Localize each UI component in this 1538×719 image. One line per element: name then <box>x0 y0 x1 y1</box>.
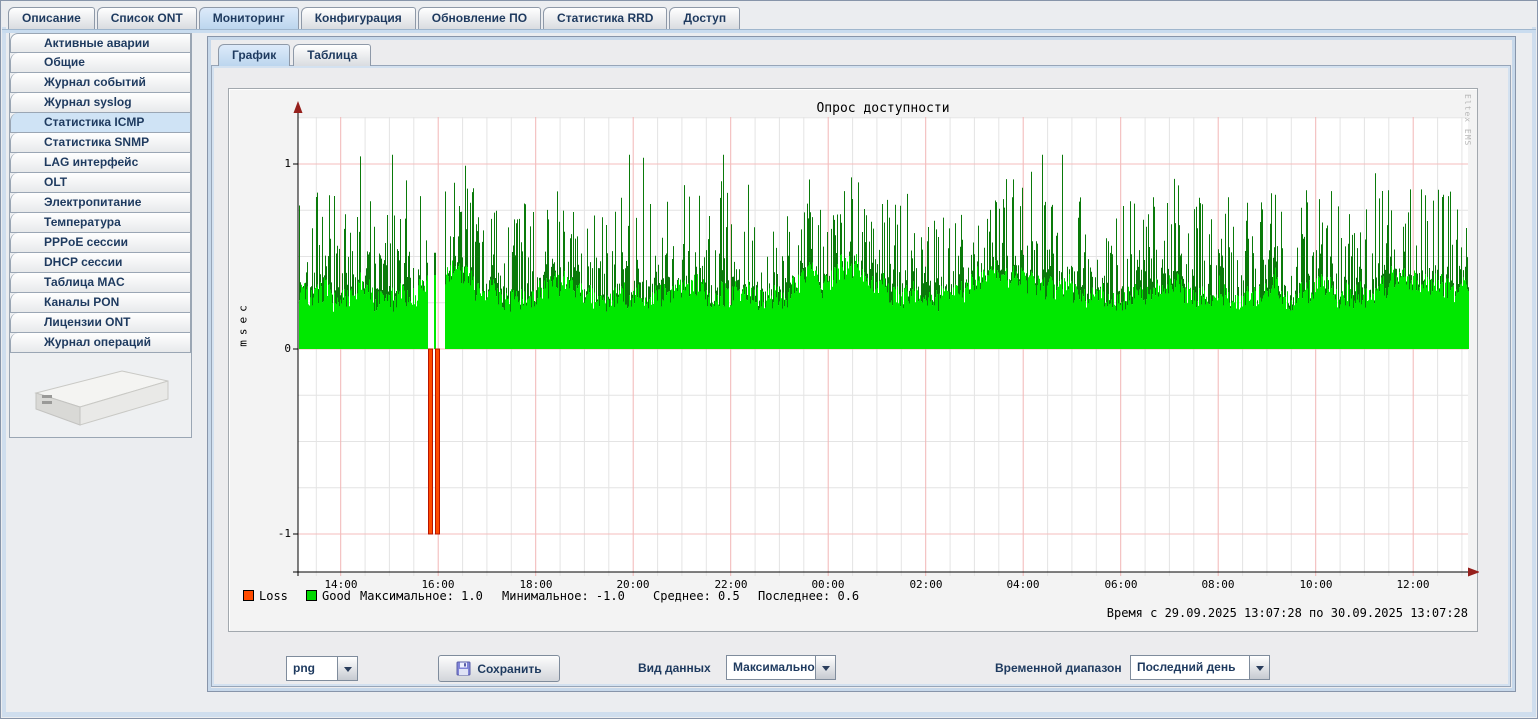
ems-window: Описание Список ONT Мониторинг Конфигура… <box>0 0 1538 719</box>
legend-loss-label: Loss <box>259 589 288 603</box>
sidebar-item-lag-interface[interactable]: LAG интерфейс <box>10 153 191 173</box>
data-view-label: Вид данных <box>638 661 711 675</box>
chart-watermark: Eltex EMS <box>1463 94 1472 146</box>
tab-configuration[interactable]: Конфигурация <box>301 7 416 29</box>
y-tick: -1 <box>257 527 291 540</box>
chart-period-label: Время с 29.09.2025 13:07:28 по 30.09.202… <box>298 606 1468 620</box>
sidebar-item-power[interactable]: Электропитание <box>10 193 191 213</box>
sidebar-item-temperature[interactable]: Температура <box>10 213 191 233</box>
time-range-select-arrow[interactable] <box>1249 656 1269 679</box>
sidebar-item-pon-channels[interactable]: Каналы PON <box>10 293 191 313</box>
stat-max: Максимальное: 1.0 <box>360 589 483 603</box>
icmp-availability-chart: Опрос доступности msec Eltex EMS 14:0016… <box>228 88 1478 632</box>
sidebar: Активные аварии Общие Журнал событий Жур… <box>9 32 192 438</box>
sidebar-item-icmp-statistics[interactable]: Статистика ICMP <box>10 113 191 133</box>
tab-firmware-update[interactable]: Обновление ПО <box>418 7 541 29</box>
save-button[interactable]: Сохранить <box>438 655 560 682</box>
stat-min: Минимальное: -1.0 <box>502 589 625 603</box>
sidebar-item-mac-table[interactable]: Таблица MAC <box>10 273 191 293</box>
tabs-underline <box>2 29 1536 33</box>
sidebar-item-operations-log[interactable]: Журнал операций <box>10 333 191 353</box>
device-image <box>22 361 180 435</box>
format-select-value: png <box>287 657 337 680</box>
time-range-select-value: Последний день <box>1131 656 1249 679</box>
format-select-arrow[interactable] <box>337 657 357 680</box>
chevron-down-icon <box>1256 666 1264 675</box>
tab-table[interactable]: Таблица <box>293 44 371 66</box>
view-tabs: График Таблица <box>218 44 371 66</box>
legend-loss-swatch <box>243 590 254 601</box>
tab-description[interactable]: Описание <box>8 7 95 29</box>
save-button-label: Сохранить <box>477 662 541 676</box>
sidebar-item-dhcp-sessions[interactable]: DHCP сессии <box>10 253 191 273</box>
chart-title: Опрос доступности <box>298 101 1468 116</box>
module-tabs: Описание Список ONT Мониторинг Конфигура… <box>8 7 740 29</box>
y-axis-label: msec <box>237 274 250 374</box>
chevron-down-icon <box>822 666 830 675</box>
tab-graph[interactable]: График <box>218 44 290 66</box>
y-tick: 1 <box>257 157 291 170</box>
tab-rrd-statistics[interactable]: Статистика RRD <box>543 7 667 29</box>
sidebar-item-snmp-statistics[interactable]: Статистика SNMP <box>10 133 191 153</box>
data-view-select[interactable]: Максимальное <box>726 655 836 680</box>
sidebar-item-olt[interactable]: OLT <box>10 173 191 193</box>
sidebar-item-active-alarms[interactable]: Активные аварии <box>10 33 191 53</box>
time-range-select-label: Временной диапазон <box>995 661 1122 675</box>
data-view-select-arrow[interactable] <box>815 656 835 679</box>
chevron-down-icon <box>344 667 352 676</box>
tab-access[interactable]: Доступ <box>669 7 740 29</box>
sidebar-item-pppoe-sessions[interactable]: PPPoE сессии <box>10 233 191 253</box>
sidebar-item-ont-licenses[interactable]: Лицензии ONT <box>10 313 191 333</box>
stat-last: Последнее: 0.6 <box>758 589 859 603</box>
data-view-select-value: Максимальное <box>727 656 815 679</box>
tab-monitoring[interactable]: Мониторинг <box>199 7 299 29</box>
chart-legend: Loss Good Максимальное: 1.0 Минимальное:… <box>229 589 1477 603</box>
stat-avg: Среднее: 0.5 <box>653 589 740 603</box>
y-tick: 0 <box>257 342 291 355</box>
sidebar-item-event-log[interactable]: Журнал событий <box>10 73 191 93</box>
legend-good-swatch <box>306 590 317 601</box>
chart-canvas <box>229 89 1479 633</box>
tab-ont-list[interactable]: Список ONT <box>97 7 197 29</box>
sidebar-item-general[interactable]: Общие <box>10 53 191 73</box>
format-select[interactable]: png <box>286 656 358 681</box>
legend-good-label: Good <box>322 589 351 603</box>
sidebar-item-syslog[interactable]: Журнал syslog <box>10 93 191 113</box>
save-icon <box>456 661 471 676</box>
time-range-select[interactable]: Последний день <box>1130 655 1270 680</box>
